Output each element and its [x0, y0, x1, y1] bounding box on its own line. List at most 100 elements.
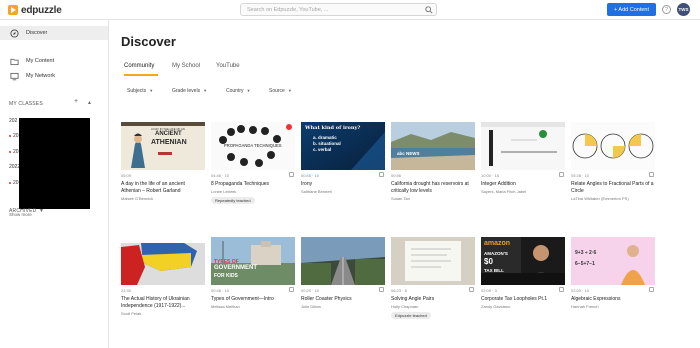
video-thumbnail[interactable]: 9+3 ÷ 2·6 6−5+7−1: [571, 237, 655, 285]
video-duration: 05:09: [121, 173, 132, 178]
video-author[interactable]: Zandy Gavidano: [481, 304, 510, 309]
video-thumbnail[interactable]: [121, 237, 205, 285]
video-title[interactable]: Roller Coaster Physics: [301, 296, 385, 303]
compass-icon: [10, 28, 19, 38]
class-item[interactable]: 20: [9, 149, 19, 155]
redaction-block: [19, 118, 90, 209]
video-title[interactable]: Algebraic Expressions: [571, 296, 655, 303]
video-title[interactable]: 8 Propaganda Techniques: [211, 181, 295, 188]
video-title[interactable]: Corporate Tax Loopholes Pt.1: [481, 296, 565, 303]
tab-youtube[interactable]: YouTube: [216, 60, 240, 76]
status-dot: [9, 134, 11, 137]
sidebar-item-my-content[interactable]: My Content: [0, 54, 108, 68]
video-duration: 00:20 · 10: [301, 288, 320, 293]
tab-bar: Community My School YouTube: [121, 60, 691, 76]
video-thumbnail[interactable]: abc NEWS: [391, 122, 475, 170]
help-icon[interactable]: ?: [662, 5, 671, 14]
video-thumbnail[interactable]: [571, 122, 655, 170]
edpuzzle-logo[interactable]: edpuzzle: [8, 4, 62, 16]
video-thumbnail[interactable]: TYPES OF GOVERNMENT FOR KIDS: [211, 237, 295, 285]
sidebar-item-label: Discover: [26, 30, 48, 36]
caret-down-icon: ▼: [287, 88, 292, 93]
caret-down-icon: ▼: [203, 88, 208, 93]
search-icon[interactable]: [425, 6, 433, 14]
bookmark-icon[interactable]: [379, 172, 384, 177]
folder-icon: [10, 58, 19, 65]
chevron-down-icon[interactable]: ▼: [39, 208, 44, 214]
video-thumbnail[interactable]: PROPAGANDA TECHNIQUES: [211, 122, 295, 170]
search-input[interactable]: [241, 4, 421, 15]
filter-country[interactable]: Country ▼: [226, 88, 250, 94]
top-bar: edpuzzle + Add Content ? TWS: [0, 0, 700, 20]
add-content-button[interactable]: + Add Content: [607, 3, 656, 16]
video-thumbnail[interactable]: A DAY IN THE LIFE OF AN ANCIENT ATHENIAN: [121, 122, 205, 170]
video-title[interactable]: The Actual History of Ukrainian Independ…: [121, 296, 205, 310]
sidebar-item-my-network[interactable]: My Network: [0, 69, 108, 83]
tab-community[interactable]: Community: [124, 60, 158, 76]
video-duration: 10:00 · 15: [481, 173, 500, 178]
bookmark-icon[interactable]: [649, 172, 654, 177]
video-duration: 00:56: [391, 173, 402, 178]
video-author[interactable]: Lonee Leibrek: [211, 189, 236, 194]
video-author[interactable]: Susan Tan: [391, 196, 410, 201]
sidebar-item-label: My Network: [26, 73, 56, 79]
bookmark-icon[interactable]: [649, 287, 654, 292]
video-duration: 04:46 · 10: [211, 173, 230, 178]
video-duration: 00:46 · 10: [211, 288, 230, 293]
page-title: Discover: [121, 34, 176, 49]
chevron-up-icon[interactable]: ▲: [87, 100, 92, 106]
class-item[interactable]: 202: [9, 118, 17, 124]
video-duration: 05:28 · 10: [571, 173, 590, 178]
filter-grade-levels[interactable]: Grade levels ▼: [172, 88, 207, 94]
video-author[interactable]: Hannah French: [571, 304, 599, 309]
sidebar-item-discover[interactable]: Discover: [0, 26, 108, 40]
archived-heading[interactable]: ARCHIVED: [9, 208, 36, 214]
video-duration: 08:23 · 5: [391, 288, 407, 293]
teached-badge: Repeatedly teached: [211, 197, 255, 204]
my-classes-heading: MY CLASSES: [9, 101, 43, 107]
video-title[interactable]: Types of Government—Intro: [211, 296, 295, 303]
bookmark-icon[interactable]: [559, 287, 564, 292]
bookmark-icon[interactable]: [469, 287, 474, 292]
video-title[interactable]: A day in the life of an ancient Athenian…: [121, 181, 205, 195]
video-thumbnail[interactable]: [481, 122, 565, 170]
class-item[interactable]: 20: [9, 180, 19, 186]
video-author[interactable]: Holly Chapman: [391, 304, 418, 309]
video-title[interactable]: California drought has reservoirs at cri…: [391, 181, 475, 195]
network-icon: [10, 72, 19, 80]
bookmark-icon[interactable]: [289, 287, 294, 292]
video-duration: 22:30: [121, 288, 132, 293]
filter-subjects[interactable]: Subjects ▼: [127, 88, 153, 94]
search-box[interactable]: [240, 3, 437, 16]
video-title[interactable]: Relate Angles to Fractional Parts of a C…: [571, 181, 655, 195]
video-thumbnail[interactable]: amazon AMAZON'S $0 TAX BILL: [481, 237, 565, 285]
bookmark-icon[interactable]: [379, 287, 384, 292]
filter-source[interactable]: Source ▼: [269, 88, 292, 94]
video-duration: 00:45 · 10: [301, 173, 320, 178]
video-thumbnail[interactable]: What kind of irony? a. dramatic b. situa…: [301, 122, 385, 170]
bookmark-icon[interactable]: [289, 172, 294, 177]
status-dot: [9, 181, 11, 184]
status-dot: [9, 150, 11, 153]
video-author[interactable]: Salthane Bennett: [301, 189, 332, 194]
teached-badge: Edpuzzle teached: [391, 312, 431, 319]
video-author[interactable]: Scott Pelak: [121, 311, 141, 316]
video-title[interactable]: Solving Angle Pairs: [391, 296, 475, 303]
video-author[interactable]: Maisee G’Bennick: [121, 196, 153, 201]
video-duration: 02:00 · 10: [571, 288, 590, 293]
video-author[interactable]: LaTina Whitaker (Emmerton PS): [571, 196, 629, 201]
video-title[interactable]: Irony: [301, 181, 385, 188]
video-thumbnail[interactable]: [391, 237, 475, 285]
bookmark-icon[interactable]: [559, 172, 564, 177]
caret-down-icon: ▼: [246, 88, 251, 93]
video-thumbnail[interactable]: [301, 237, 385, 285]
class-item[interactable]: 20: [9, 133, 19, 139]
edpuzzle-logo-icon: [8, 5, 18, 15]
video-title[interactable]: Integer Addition: [481, 181, 565, 188]
video-author[interactable]: Julie Dillow: [301, 304, 321, 309]
tab-my-school[interactable]: My School: [172, 60, 200, 76]
video-author[interactable]: Melissa Meilhan: [211, 304, 240, 309]
add-class-icon[interactable]: +: [74, 98, 78, 105]
avatar[interactable]: TWS: [677, 3, 690, 16]
video-author[interactable]: Sayers, Maria Fitch Jabel: [481, 189, 526, 194]
